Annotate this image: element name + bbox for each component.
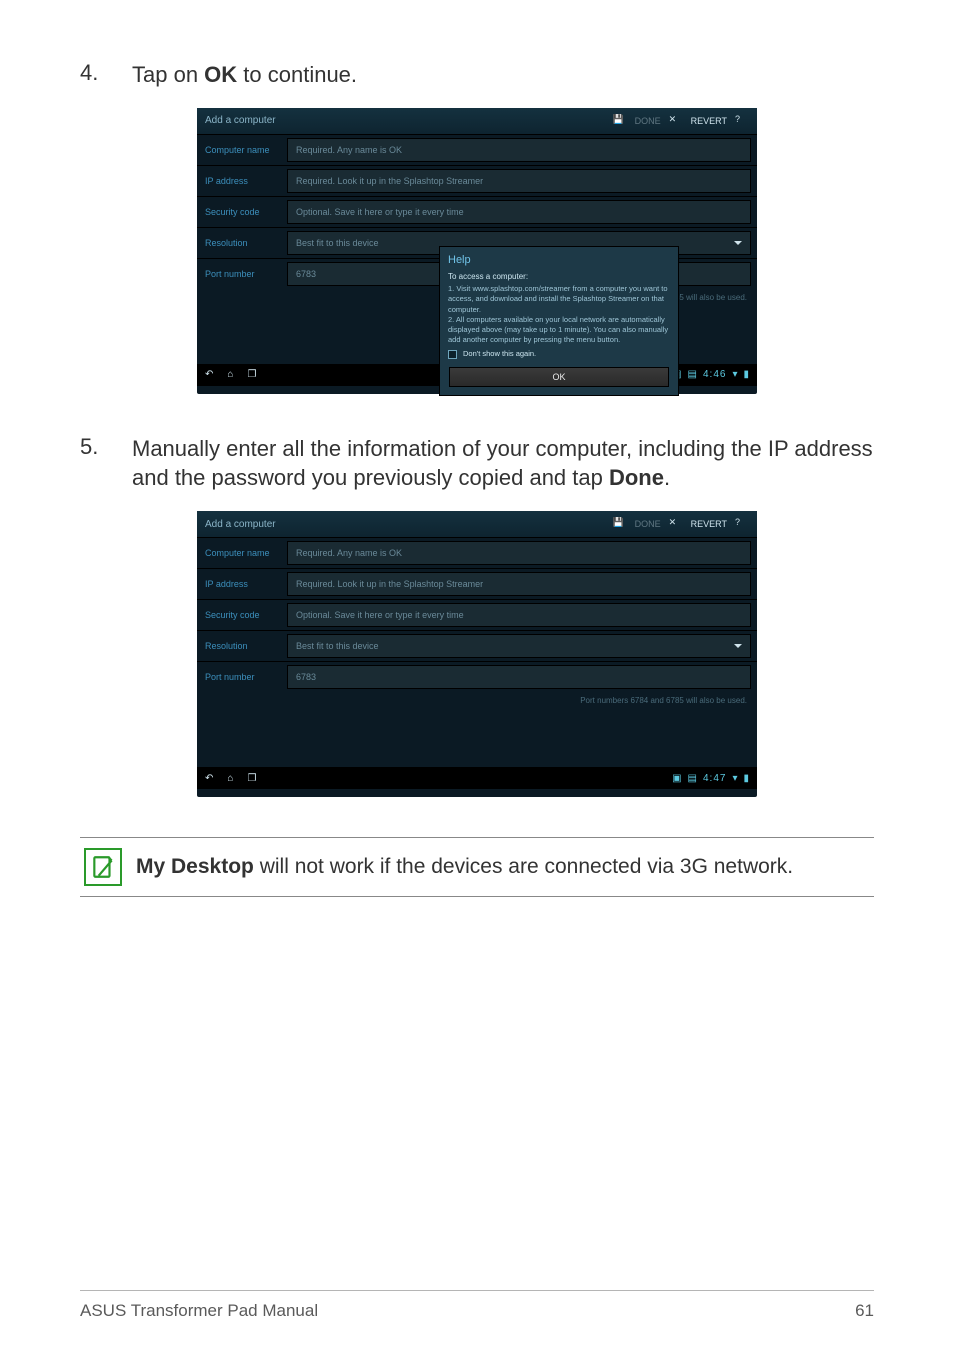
save-icon[interactable]: 💾 [613, 114, 627, 128]
status-misc-icon2: ▤ [688, 369, 697, 380]
step4-before: Tap on [132, 62, 204, 87]
label-port-number: Port number [197, 662, 287, 692]
wifi-icon: ▾ [732, 773, 737, 784]
port-note: Port numbers 6784 and 6785 will also be … [197, 692, 757, 713]
note-callout: My Desktop will not work if the devices … [80, 837, 874, 897]
port-value: 6783 [296, 672, 316, 682]
screenshot-titlebar: Add a computer 💾 DONE ✕ REVERT ? [197, 511, 757, 537]
step-5: 5. Manually enter all the information of… [80, 434, 874, 493]
battery-icon: ▮ [743, 773, 749, 784]
label-security-code: Security code [197, 600, 287, 630]
home-icon[interactable]: ⌂ [227, 773, 233, 784]
placeholder-computer-name: Required. Any name is OK [296, 145, 402, 155]
screenshot-add-computer-help: Add a computer 💾 DONE ✕ REVERT ? Compute… [197, 108, 757, 394]
android-navbar: ↶ ⌂ ❐ ▣ ▤ 4:47 ▾ ▮ [197, 767, 757, 789]
step-4: 4. Tap on OK to continue. [80, 60, 874, 90]
battery-icon: ▮ [743, 369, 749, 380]
close-icon[interactable]: ✕ [669, 114, 683, 128]
status-misc-icon: ▣ [672, 773, 681, 784]
help-icon[interactable]: ? [735, 517, 749, 531]
placeholder-ip: Required. Look it up in the Splashtop St… [296, 579, 483, 589]
note-text: My Desktop will not work if the devices … [136, 855, 793, 879]
back-icon[interactable]: ↶ [205, 369, 213, 380]
window-title: Add a computer [205, 115, 276, 126]
status-misc-icon2: ▤ [688, 773, 697, 784]
step-text: Tap on OK to continue. [132, 60, 357, 90]
select-resolution[interactable]: Best fit to this device [287, 634, 751, 658]
dont-show-row[interactable]: Don't show this again. [448, 349, 670, 359]
note-bold: My Desktop [136, 855, 254, 878]
step4-after: to continue. [237, 62, 357, 87]
form: Computer name Required. Any name is OK I… [197, 537, 757, 692]
help-line1: 1. Visit www.splashtop.com/streamer from… [448, 284, 670, 314]
label-ip-address: IP address [197, 166, 287, 196]
page-footer: ASUS Transformer Pad Manual 61 [80, 1290, 874, 1321]
window-title: Add a computer [205, 519, 276, 530]
input-ip-address[interactable]: Required. Look it up in the Splashtop St… [287, 169, 751, 193]
revert-button[interactable]: REVERT [691, 519, 727, 529]
label-ip-address: IP address [197, 569, 287, 599]
dont-show-checkbox[interactable] [448, 350, 457, 359]
save-icon[interactable]: 💾 [613, 517, 627, 531]
wifi-icon: ▾ [732, 369, 737, 380]
ok-button[interactable]: OK [449, 367, 669, 387]
step5-before: Manually enter all the information of yo… [132, 436, 873, 491]
input-computer-name[interactable]: Required. Any name is OK [287, 541, 751, 565]
done-button[interactable]: DONE [635, 116, 661, 126]
note-icon [84, 848, 122, 886]
label-resolution: Resolution [197, 631, 287, 661]
resolution-value: Best fit to this device [296, 238, 379, 248]
close-icon[interactable]: ✕ [669, 517, 683, 531]
status-clock: 4:46 [703, 369, 726, 380]
label-resolution: Resolution [197, 228, 287, 258]
placeholder-computer-name: Required. Any name is OK [296, 548, 402, 558]
help-line2: 2. All computers available on your local… [448, 315, 670, 345]
step5-after: . [664, 465, 670, 490]
screenshot-titlebar: Add a computer 💾 DONE ✕ REVERT ? [197, 108, 757, 134]
step-number: 5. [80, 434, 104, 460]
placeholder-security: Optional. Save it here or type it every … [296, 610, 464, 620]
label-computer-name: Computer name [197, 135, 287, 165]
note-rest: will not work if the devices are connect… [254, 855, 793, 878]
dont-show-label: Don't show this again. [463, 349, 536, 359]
step-text: Manually enter all the information of yo… [132, 434, 874, 493]
back-icon[interactable]: ↶ [205, 773, 213, 784]
label-computer-name: Computer name [197, 538, 287, 568]
footer-title: ASUS Transformer Pad Manual [80, 1301, 318, 1321]
home-icon[interactable]: ⌂ [227, 369, 233, 380]
resolution-value: Best fit to this device [296, 641, 379, 651]
step-number: 4. [80, 60, 104, 86]
step4-bold: OK [204, 62, 237, 87]
placeholder-ip: Required. Look it up in the Splashtop St… [296, 176, 483, 186]
help-subtitle: To access a computer: [448, 272, 670, 283]
revert-button[interactable]: REVERT [691, 116, 727, 126]
input-computer-name[interactable]: Required. Any name is OK [287, 138, 751, 162]
chevron-down-icon [734, 241, 742, 245]
step5-bold: Done [609, 465, 664, 490]
recent-icon[interactable]: ❐ [247, 369, 256, 380]
placeholder-security: Optional. Save it here or type it every … [296, 207, 464, 217]
chevron-down-icon [734, 644, 742, 648]
label-security-code: Security code [197, 197, 287, 227]
input-security-code[interactable]: Optional. Save it here or type it every … [287, 603, 751, 627]
port-value: 6783 [296, 269, 316, 279]
status-clock: 4:47 [703, 773, 726, 784]
footer-page-number: 61 [855, 1301, 874, 1321]
input-security-code[interactable]: Optional. Save it here or type it every … [287, 200, 751, 224]
input-ip-address[interactable]: Required. Look it up in the Splashtop St… [287, 572, 751, 596]
input-port-number[interactable]: 6783 [287, 665, 751, 689]
done-button[interactable]: DONE [635, 519, 661, 529]
recent-icon[interactable]: ❐ [247, 773, 256, 784]
screenshot-add-computer-form: Add a computer 💾 DONE ✕ REVERT ? Compute… [197, 511, 757, 797]
help-dialog: Help To access a computer: 1. Visit www.… [439, 246, 679, 397]
help-icon[interactable]: ? [735, 114, 749, 128]
help-title: Help [448, 253, 670, 268]
label-port-number: Port number [197, 259, 287, 289]
